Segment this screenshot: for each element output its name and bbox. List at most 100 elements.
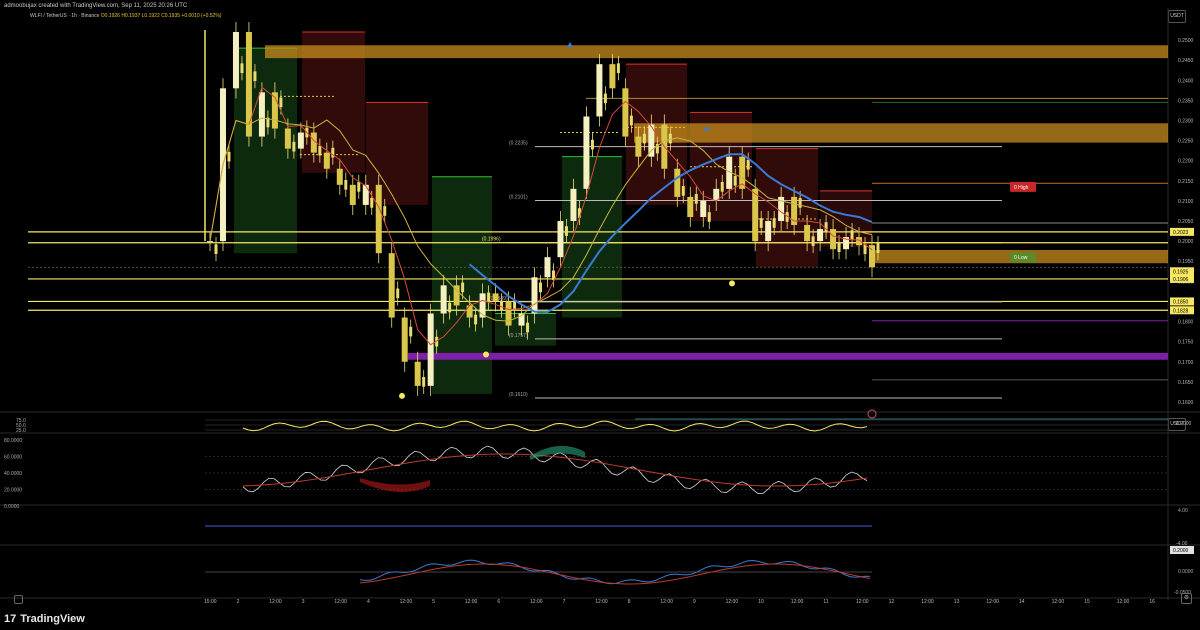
high-tag-text: 0 High (1014, 185, 1029, 191)
time-tick-label: 11 (823, 599, 828, 605)
candle-body (596, 64, 603, 117)
time-tick-label: 12:00 (334, 599, 347, 605)
candle-body (279, 97, 283, 108)
candle-body (583, 116, 590, 189)
time-tick-label: 8 (628, 599, 631, 605)
osc-oversold-fill (360, 478, 430, 493)
osc-axis-label: 80.0000 (4, 438, 22, 444)
footer-bar: 17 TradingView (0, 608, 1200, 630)
candle-body (804, 225, 811, 242)
macd-axis-top: 4.00 (1178, 508, 1188, 514)
supply-band-mid (634, 123, 1168, 143)
candle-body (448, 302, 452, 313)
candle-body (500, 300, 504, 311)
fib-label-2: (0.1996) (482, 237, 501, 243)
time-tick-label: 12:00 (1052, 599, 1065, 605)
price-tick-label: 0.1750 (1178, 340, 1194, 346)
candle-body (674, 168, 681, 197)
price-tick-label: 0.2100 (1178, 199, 1194, 205)
price-tick-label: 0.1950 (1178, 259, 1194, 265)
gear-icon[interactable]: ⚙ (1181, 593, 1192, 604)
time-tick-label: 4 (367, 599, 370, 605)
time-tick-label: 6 (497, 599, 500, 605)
swing-high-marker-0 (567, 42, 573, 48)
supply-band-top (265, 45, 1168, 59)
candle-body (370, 198, 374, 208)
candle-body (440, 285, 447, 314)
candle-body (292, 141, 296, 152)
price-tick-label: 0.2450 (1178, 58, 1194, 64)
candle-body (817, 229, 824, 242)
candle-body (284, 128, 291, 149)
fib-label-0: (0.2235) (509, 141, 528, 147)
candle-body (375, 184, 382, 254)
macd-tag-text: 0.2000 (1173, 548, 1189, 554)
purple-band (408, 352, 1168, 360)
price-tick-label: 0.2300 (1178, 118, 1194, 124)
candle-body (414, 361, 421, 386)
tradingview-logo[interactable]: 17 TradingView (4, 613, 85, 625)
time-tick-label: 5 (432, 599, 435, 605)
time-tick-label: 12:00 (986, 599, 999, 605)
candle-body (323, 152, 330, 169)
candle-body (232, 32, 239, 89)
price-badge-text: 0.1828 (1173, 308, 1189, 314)
price-chart[interactable]: (0.2235)(0.2101)(0.1996)(0.1849)(0.1757)… (0, 0, 1200, 630)
time-tick-label: 12:00 (530, 599, 543, 605)
time-tick-label: 15 (1084, 599, 1090, 605)
settings-toggle-icon[interactable] (14, 595, 23, 604)
price-tick-label: 0.1650 (1178, 380, 1194, 386)
candle-body (687, 196, 694, 217)
price-tick-label: 0.2250 (1178, 139, 1194, 145)
candle-body (720, 182, 724, 192)
candle-body (318, 145, 322, 156)
time-tick-label: 14 (1019, 599, 1025, 605)
price-tick-label: 0.2150 (1178, 179, 1194, 185)
time-tick-label: 12 (889, 599, 895, 605)
candle-body (357, 182, 361, 192)
candle-body (245, 32, 252, 137)
alert-circle-icon (867, 409, 877, 419)
candle-body (570, 188, 577, 222)
osc-overbought-fill (530, 445, 585, 460)
candle-body (344, 179, 348, 190)
candle-body (837, 242, 841, 252)
price-tick-label: 0.2400 (1178, 78, 1194, 84)
candle-body (539, 282, 543, 293)
price-tick-label: 0.2350 (1178, 98, 1194, 104)
candle-body (492, 293, 499, 302)
candle-body (336, 168, 343, 185)
candle-body (544, 257, 551, 278)
time-tick-label: 13 (954, 599, 960, 605)
candle-body (642, 133, 646, 144)
candle-body (850, 230, 854, 240)
candle-body (349, 184, 356, 205)
rsi-value-label: 0.2000 (1176, 421, 1192, 427)
candle-body (752, 188, 759, 242)
price-tick-label: 0.2000 (1178, 239, 1194, 245)
candle-body (707, 212, 711, 222)
candle-body (531, 277, 538, 314)
time-tick-label: 12:00 (1117, 599, 1130, 605)
time-tick-label: 12:00 (400, 599, 413, 605)
candle-body (227, 151, 231, 162)
candle-body (401, 317, 408, 362)
candle-body (258, 92, 265, 137)
candle-body (427, 313, 434, 386)
time-tick-label: 12:00 (465, 599, 478, 605)
osc-axis-label: 60.0000 (4, 455, 22, 461)
candle-body (214, 244, 218, 254)
osc-slow-line (242, 453, 868, 487)
candle-body (603, 93, 607, 104)
time-tick-label: 12:00 (595, 599, 608, 605)
price-tick-label: 0.1800 (1178, 320, 1194, 326)
candle-body (461, 282, 465, 293)
osc-axis-label: 0.0000 (4, 504, 20, 510)
candle-body (388, 253, 395, 318)
candle-body (609, 64, 616, 89)
time-tick-label: 7 (563, 599, 566, 605)
candle-body (505, 301, 512, 326)
osc-axis-label: 40.0000 (4, 471, 22, 477)
candle-body (772, 218, 776, 228)
candle-body (383, 206, 387, 216)
